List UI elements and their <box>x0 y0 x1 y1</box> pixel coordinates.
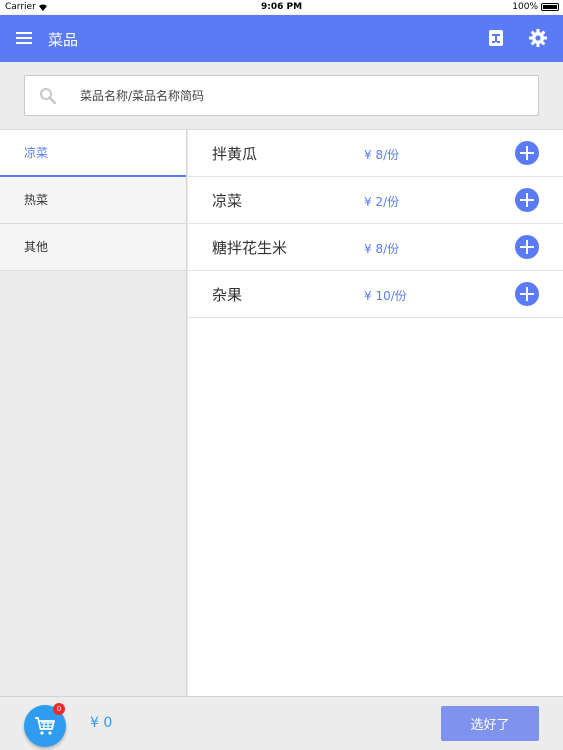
category-item-other[interactable]: 其他 <box>0 224 186 271</box>
dish-row: 杂果 ¥ 10/份 <box>188 271 563 318</box>
gear-icon[interactable] <box>528 28 548 48</box>
status-bar: Carrier 9:06 PM 100% <box>0 0 563 15</box>
add-dish-button[interactable] <box>515 188 539 212</box>
dish-price: ¥ 10/份 <box>364 289 407 303</box>
dish-price: ¥ 2/份 <box>364 195 400 209</box>
dish-name: 糖拌花生米 <box>212 239 288 257</box>
shopping-cart-icon <box>35 717 55 735</box>
order-total: ¥ 0 <box>90 715 113 731</box>
dish-name: 杂果 <box>212 286 243 304</box>
menu-icon[interactable] <box>16 32 32 45</box>
dish-list: 拌黄瓜 ¥ 8/份 凉菜 ¥ 2/份 糖拌花生米 ¥ 8/份 杂果 ¥ 10/份 <box>188 130 563 696</box>
add-dish-button[interactable] <box>515 282 539 306</box>
search-icon <box>40 88 57 105</box>
status-time: 9:06 PM <box>260 2 303 12</box>
dish-name: 拌黄瓜 <box>212 145 258 163</box>
dish-row: 糖拌花生米 ¥ 8/份 <box>188 224 563 271</box>
page-title: 菜品 <box>48 31 79 49</box>
category-item-cold-dishes[interactable]: 凉菜 <box>0 130 186 177</box>
category-sidebar: 凉菜 热菜 其他 <box>0 130 187 696</box>
done-button[interactable]: 选好了 <box>441 706 539 741</box>
category-label: 其他 <box>24 240 49 254</box>
battery-percent: 100% <box>512 2 538 12</box>
category-label: 凉菜 <box>24 146 49 160</box>
bottom-bar: 0 ¥ 0 选好了 <box>0 696 563 750</box>
dish-row: 凉菜 ¥ 2/份 <box>188 177 563 224</box>
battery-icon <box>541 3 559 11</box>
dish-row: 拌黄瓜 ¥ 8/份 <box>188 130 563 177</box>
table-icon[interactable] <box>486 28 506 48</box>
add-dish-button[interactable] <box>515 141 539 165</box>
search-bar <box>0 62 563 130</box>
category-item-hot-dishes[interactable]: 热菜 <box>0 177 186 224</box>
search-box[interactable] <box>24 75 539 116</box>
dish-name: 凉菜 <box>212 192 243 210</box>
dish-price: ¥ 8/份 <box>364 242 400 256</box>
add-dish-button[interactable] <box>515 235 539 259</box>
dish-price: ¥ 8/份 <box>364 148 400 162</box>
cart-count-badge: 0 <box>53 703 65 715</box>
search-input[interactable] <box>80 86 500 106</box>
app-bar: 菜品 <box>0 15 563 62</box>
category-label: 热菜 <box>24 193 49 207</box>
